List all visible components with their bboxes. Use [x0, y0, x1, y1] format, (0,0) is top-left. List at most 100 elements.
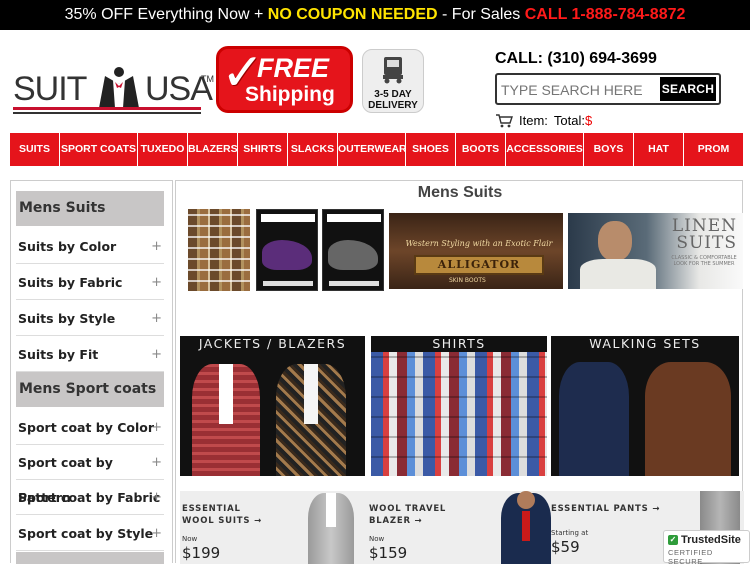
essential-pants-starting: Starting at — [551, 529, 589, 537]
trustedsite-badge[interactable]: ✓ TrustedSite CERTIFIED SECURE — [663, 530, 750, 566]
search-input[interactable] — [501, 78, 651, 102]
nav-shirts[interactable]: SHIRTS — [238, 133, 288, 166]
essential-pants-title[interactable]: ESSENTIAL PANTS → — [551, 503, 660, 515]
shopping-cart-icon — [496, 113, 513, 127]
wool-blazer-title-line2[interactable]: BLAZER → — [369, 515, 422, 527]
category-sidebar: Mens Suits Suits by Color + Suits by Fabr… — [10, 180, 173, 564]
search-box: SEARCH — [495, 73, 721, 105]
site-logo[interactable]: SUIT USA TM — [13, 66, 214, 116]
sidebar-item-suits-by-fabric[interactable]: Suits by Fabric + — [16, 265, 164, 300]
sidebar-heading-next — [16, 552, 164, 564]
walking-sets-promo[interactable]: WALKING SETS — [551, 336, 739, 476]
wool-suits-title-line1: ESSENTIAL — [182, 504, 241, 514]
sidebar-item-label: Suits by Fabric — [18, 275, 123, 290]
shipping-text: Shipping — [245, 83, 335, 106]
cart-total-label: Total: — [553, 113, 585, 128]
truck-icon — [383, 57, 403, 84]
exotic-sneakers-image[interactable] — [256, 209, 318, 291]
nav-blazers[interactable]: BLAZERS — [188, 133, 238, 166]
linen-suits-banner[interactable]: LINEN SUITS CLASSIC & COMFORTABLE LOOK F… — [568, 213, 743, 289]
main-content: Mens Suits Western Styling with an Exoti… — [175, 180, 744, 564]
sidebar-heading-sport-coats[interactable]: Mens Sport coats — [16, 372, 164, 407]
promo-caption: SHIRTS — [432, 336, 486, 351]
shirts-promo[interactable]: SHIRTS — [371, 336, 547, 476]
sidebar-item-label: Sport coat by Color — [18, 420, 155, 435]
nav-accessories[interactable]: ACCESSORIES — [506, 133, 584, 166]
nav-boots[interactable]: BOOTS — [456, 133, 506, 166]
patterned-blazer-image — [276, 364, 346, 476]
sidebar-item-label: Sport coat by Style — [18, 526, 154, 541]
navy-walking-set-image — [559, 362, 629, 476]
sidebar-item-sport-coat-by-style[interactable]: Sport coat by Style + — [16, 516, 164, 551]
sidebar-item-label: Suits by Style — [18, 311, 116, 326]
promo-caption: WALKING SETS — [589, 336, 701, 351]
promo-sales-text: - For Sales — [437, 6, 525, 23]
delivery-label: DELIVERY — [368, 100, 418, 111]
shirts-image — [371, 352, 547, 476]
sidebar-item-suits-by-style[interactable]: Suits by Style + — [16, 301, 164, 336]
expand-plus-icon[interactable]: + — [151, 301, 162, 336]
expand-plus-icon[interactable]: + — [151, 337, 162, 372]
free-text: FREE — [257, 53, 330, 83]
call-phone[interactable]: CALL: (310) 694-3699 — [495, 50, 657, 68]
nav-prom[interactable]: PROM — [684, 133, 743, 166]
grey-suit-image — [308, 493, 354, 564]
wool-suits-now: Now — [182, 535, 198, 543]
sidebar-item-sport-coat-by-fabric[interactable]: Sport coat by Fabric + — [16, 480, 164, 515]
expand-plus-icon[interactable]: + — [151, 445, 162, 480]
fabric-swatches-image[interactable] — [188, 209, 250, 291]
exotic-shoes-image[interactable] — [322, 209, 384, 291]
wool-blazer-title-line1: WOOL TRAVEL — [369, 504, 447, 514]
essential-pants-price: $59 — [551, 538, 580, 556]
sidebar-item-label: Sport coat by Fabric — [18, 490, 161, 505]
nav-suits[interactable]: SUITS — [10, 133, 60, 166]
logo-text-suit: SUIT — [13, 70, 87, 108]
nav-outerwear[interactable]: OUTERWEAR — [338, 133, 407, 166]
model-body — [580, 259, 656, 289]
essentials-strip[interactable]: ESSENTIAL WOOL SUITS → Now $199 WOOL TRA… — [180, 491, 744, 564]
expand-plus-icon[interactable]: + — [151, 265, 162, 300]
jackets-blazers-promo[interactable]: JACKETS / BLAZERS — [180, 336, 365, 476]
promo-phone-link[interactable]: CALL 1-888-784-8872 — [525, 6, 686, 23]
trustedsite-subtitle: CERTIFIED SECURE — [668, 548, 713, 566]
sidebar-item-suits-by-color[interactable]: Suits by Color + — [16, 229, 164, 264]
cart-summary[interactable]: Item: Total:$ — [495, 113, 592, 128]
logo-trademark: TM — [201, 74, 214, 84]
sidebar-item-sport-coat-by-pattern[interactable]: Sport coat by Pattern + — [16, 445, 164, 505]
image-tag — [329, 281, 379, 286]
expand-plus-icon[interactable]: + — [151, 480, 162, 515]
alligator-sub: SKIN BOOTS — [449, 277, 486, 284]
logo-dark-stripe — [13, 112, 201, 114]
search-button[interactable]: SEARCH — [660, 77, 716, 101]
wool-blazer-price: $159 — [369, 544, 408, 562]
sidebar-item-label: Suits by Fit — [18, 347, 99, 362]
shoe-icon — [328, 240, 378, 270]
wool-suits-title-line2[interactable]: WOOL SUITS → — [182, 515, 262, 527]
image-tag — [263, 281, 313, 286]
wool-blazer-now: Now — [369, 535, 385, 543]
nav-sport-coats[interactable]: SPORT COATS — [60, 133, 138, 166]
alligator-logo: ALLIGATOR — [414, 255, 544, 275]
free-shipping-badge[interactable]: ✓ FREE Shipping — [216, 43, 353, 113]
sidebar-item-label: Suits by Color — [18, 239, 117, 254]
sidebar-item-suits-by-fit[interactable]: Suits by Fit + — [16, 337, 164, 372]
blazer-model-image — [501, 491, 551, 564]
sidebar-heading-suits[interactable]: Mens Suits — [16, 191, 164, 226]
image-caption — [261, 214, 315, 222]
expand-plus-icon[interactable]: + — [151, 229, 162, 264]
nav-slacks[interactable]: SLACKS — [288, 133, 338, 166]
model-face — [598, 221, 632, 261]
nav-shoes[interactable]: SHOES — [406, 133, 456, 166]
wool-suits-price: $199 — [182, 544, 221, 562]
main-nav: SUITS SPORT COATS TUXEDO BLAZERS SHIRTS … — [10, 133, 743, 166]
expand-plus-icon[interactable]: + — [151, 410, 162, 445]
alligator-boots-banner[interactable]: Western Styling with an Exotic Flair ALL… — [389, 213, 563, 289]
check-shield-icon: ✓ — [668, 535, 678, 545]
nav-boys[interactable]: BOYS — [584, 133, 634, 166]
trustedsite-title: TrustedSite — [681, 534, 741, 546]
expand-plus-icon[interactable]: + — [151, 516, 162, 551]
nav-hat[interactable]: HAT — [634, 133, 684, 166]
sidebar-item-sport-coat-by-color[interactable]: Sport coat by Color + — [16, 410, 164, 445]
cart-item-label: Item: — [519, 113, 548, 128]
nav-tuxedo[interactable]: TUXEDO — [138, 133, 188, 166]
